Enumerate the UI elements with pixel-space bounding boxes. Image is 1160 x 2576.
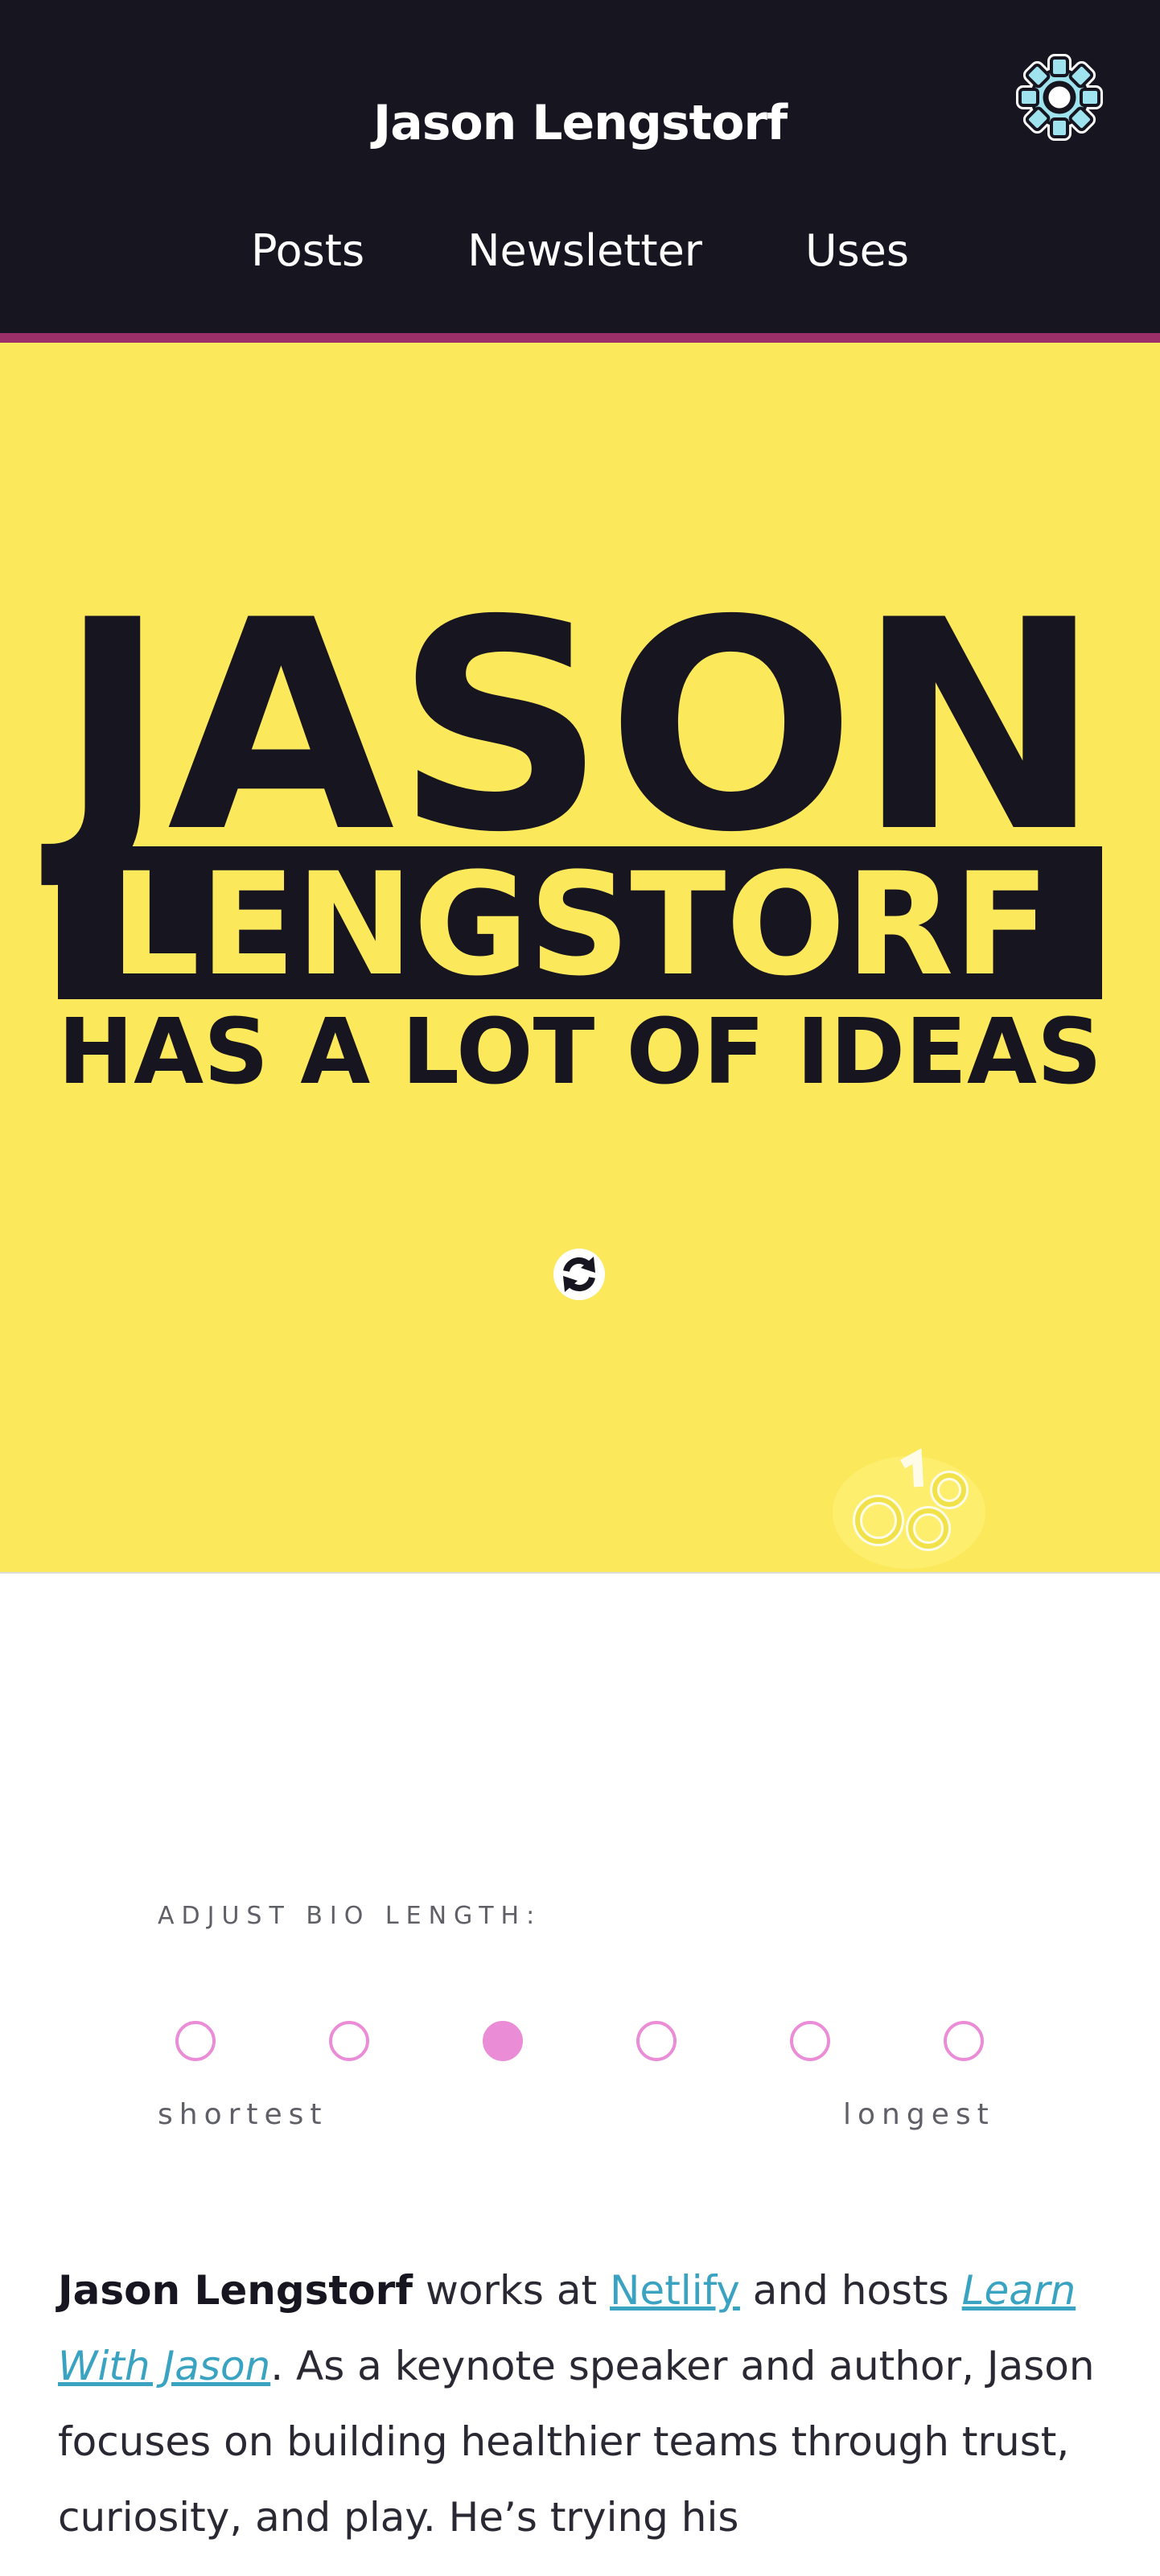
bio-length-option-5[interactable] bbox=[790, 2021, 830, 2061]
shuffle-icon[interactable] bbox=[552, 1247, 607, 1302]
main-nav: Posts Newsletter Uses bbox=[0, 225, 1160, 276]
bio-length-option-6[interactable] bbox=[944, 2021, 984, 2061]
gear-icon[interactable] bbox=[1012, 50, 1107, 145]
hero-title: JASON LENGSTORF HAS A LOT OF IDEAS bbox=[39, 558, 1102, 1105]
hero-line-ideas: HAS A LOT OF IDEAS bbox=[58, 1000, 1102, 1105]
bio-length-option-4[interactable] bbox=[636, 2021, 677, 2061]
bio-text: and hosts bbox=[739, 2267, 962, 2314]
netlify-link[interactable]: Netlify bbox=[610, 2267, 740, 2314]
bio-length-option-3[interactable] bbox=[483, 2021, 523, 2061]
bio-length-selector bbox=[156, 2021, 1009, 2069]
nav-newsletter[interactable]: Newsletter bbox=[467, 225, 702, 276]
shortest-label: shortest bbox=[158, 2098, 328, 2131]
header-accent-bar bbox=[0, 333, 1160, 343]
hero-line-lengstorf: LENGSTORF bbox=[110, 842, 1050, 1007]
nav-posts[interactable]: Posts bbox=[251, 225, 364, 276]
nav-uses[interactable]: Uses bbox=[805, 225, 909, 276]
bio-name: Jason Lengstorf bbox=[58, 2267, 413, 2314]
bio-text: works at bbox=[413, 2267, 611, 2314]
longest-label: longest bbox=[843, 2098, 995, 2131]
corgi-mascot-icon bbox=[829, 1440, 989, 1577]
bio-paragraph: Jason Lengstorf works at Netlify and hos… bbox=[58, 2253, 1112, 2555]
hero-banner: JASON LENGSTORF HAS A LOT OF IDEAS bbox=[0, 343, 1160, 1574]
hero-divider bbox=[0, 1572, 1160, 1574]
adjust-bio-length-label: ADJUST BIO LENGTH: bbox=[158, 1902, 542, 1930]
bio-length-option-2[interactable] bbox=[329, 2021, 369, 2061]
bio-length-option-1[interactable] bbox=[175, 2021, 216, 2061]
site-header: Jason Lengstorf Posts Newsletter Uses bbox=[0, 0, 1160, 343]
site-title[interactable]: Jason Lengstorf bbox=[0, 95, 1160, 151]
